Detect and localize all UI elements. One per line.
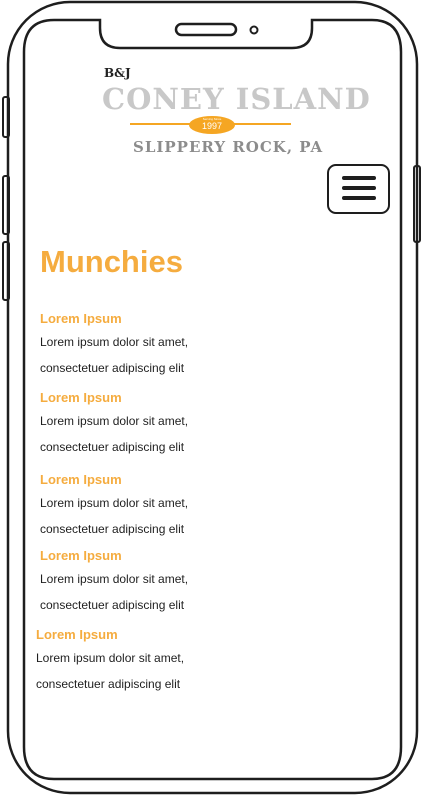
menu-item: Lorem Ipsum Lorem ipsum dolor sit amet, … [40, 390, 300, 460]
hamburger-icon-bar [342, 176, 376, 180]
menu-item: Lorem Ipsum Lorem ipsum dolor sit amet, … [36, 627, 296, 697]
menu-item-name: Lorem Ipsum [40, 390, 122, 405]
menu-item-name: Lorem Ipsum [40, 311, 122, 326]
menu-item: Lorem Ipsum Lorem ipsum dolor sit amet, … [40, 311, 300, 381]
menu-item-description: Lorem ipsum dolor sit amet, consectetuer… [40, 566, 300, 618]
menu-item-description: Lorem ipsum dolor sit amet, consectetuer… [40, 329, 300, 381]
menu-item-line: Lorem ipsum dolor sit amet, [40, 496, 189, 510]
menu-item-name: Lorem Ipsum [40, 548, 122, 563]
menu-item-description: Lorem ipsum dolor sit amet, consectetuer… [36, 645, 296, 697]
menu-item-line: Lorem ipsum dolor sit amet, [40, 414, 189, 428]
hamburger-icon-bar [342, 186, 376, 190]
logo-divider-right [234, 123, 291, 125]
menu-item-line: consectetuer adipiscing elit [40, 440, 185, 454]
logo-divider-left [130, 123, 190, 125]
logo-name: CONEY ISLAND [102, 82, 371, 116]
menu-item-description: Lorem ipsum dolor sit amet, consectetuer… [40, 408, 300, 460]
menu-item-description: Lorem ipsum dolor sit amet, consectetuer… [40, 490, 300, 542]
menu-item-line: consectetuer adipiscing elit [40, 598, 185, 612]
menu-item: Lorem Ipsum Lorem ipsum dolor sit amet, … [40, 548, 300, 618]
page-title: Munchies [40, 244, 183, 279]
hamburger-menu-button[interactable] [327, 164, 390, 214]
menu-item-name: Lorem Ipsum [40, 472, 122, 487]
logo[interactable]: B&J CONEY ISLAND Serving Since 1997 SLIP… [100, 62, 371, 162]
menu-item-line: consectetuer adipiscing elit [40, 522, 185, 536]
logo-location: SLIPPERY ROCK, PA [133, 138, 324, 156]
menu-item-line: Lorem ipsum dolor sit amet, [40, 572, 189, 586]
menu-item-line: consectetuer adipiscing elit [40, 361, 185, 375]
hamburger-icon-bar [342, 196, 376, 200]
menu-item-name: Lorem Ipsum [36, 627, 118, 642]
logo-brand: B&J [104, 66, 131, 80]
menu-item-line: consectetuer adipiscing elit [36, 677, 181, 691]
logo-year-badge: Serving Since 1997 [189, 116, 235, 134]
logo-year: 1997 [201, 121, 223, 131]
menu-item: Lorem Ipsum Lorem ipsum dolor sit amet, … [40, 472, 300, 542]
menu-item-line: Lorem ipsum dolor sit amet, [36, 651, 185, 665]
menu-item-line: Lorem ipsum dolor sit amet, [40, 335, 189, 349]
